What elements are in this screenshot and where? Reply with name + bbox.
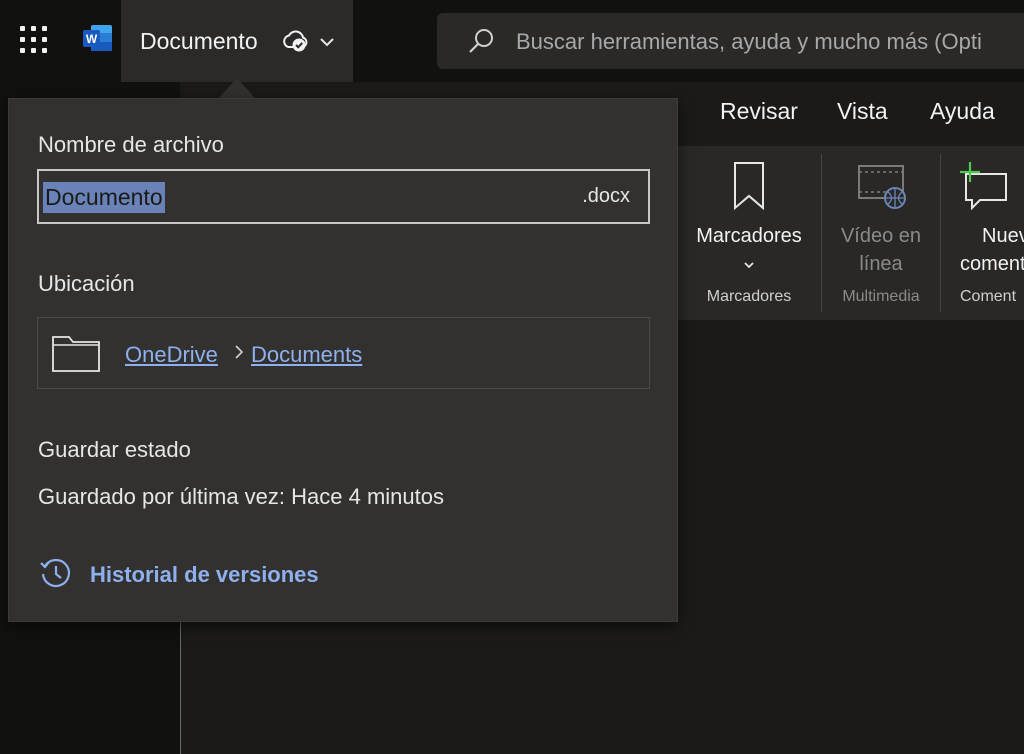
tab-vista[interactable]: Vista: [837, 98, 888, 125]
cloud-saved-icon: [281, 28, 309, 54]
ribbon-separator: [940, 154, 941, 312]
filename-extension: .docx: [582, 185, 630, 207]
search-icon: [467, 27, 495, 55]
location-documents-link[interactable]: Documents: [251, 342, 362, 368]
search-box[interactable]: Buscar herramientas, ayuda y mucho más (…: [437, 13, 1024, 69]
ribbon-panel: Marcadores Marcadores Vídeo en línea Mul…: [676, 146, 1024, 320]
online-video-icon: [824, 160, 938, 222]
title-bar: W Documento Buscar herramientas, ayuda y…: [0, 0, 1024, 82]
word-logo-icon[interactable]: W: [82, 22, 114, 54]
app-launcher-icon[interactable]: [20, 26, 48, 54]
online-video-label-2: línea: [859, 253, 903, 275]
group-media-label: Multimedia: [842, 288, 920, 305]
divider: [180, 620, 181, 754]
save-state-text: Guardado por última vez: Hace 4 minutos: [38, 484, 444, 509]
version-history-link[interactable]: Historial de versiones: [90, 562, 319, 588]
popup-pointer: [219, 78, 255, 98]
bookmarks-label: Marcadores: [696, 225, 802, 247]
ribbon-separator: [821, 154, 822, 312]
tab-ayuda[interactable]: Ayuda: [930, 98, 995, 125]
word-logo-letter: W: [86, 32, 98, 46]
location-picker[interactable]: OneDrive Documents: [37, 317, 650, 389]
filename-label: Nombre de archivo: [38, 132, 224, 157]
new-comment-label-1: Nuev: [982, 225, 1024, 247]
document-title-button[interactable]: Documento: [121, 0, 353, 82]
tab-revisar[interactable]: Revisar: [720, 98, 798, 125]
chevron-down-icon[interactable]: [319, 35, 335, 47]
new-comment-label-2: coment: [960, 253, 1024, 275]
document-title: Documento: [140, 28, 258, 54]
history-icon[interactable]: [39, 557, 73, 591]
new-comment-icon: [950, 160, 1024, 222]
group-bookmarks-label: Marcadores: [706, 288, 792, 305]
new-comment-button[interactable]: Nuev coment: [950, 160, 1024, 280]
location-onedrive-link[interactable]: OneDrive: [125, 342, 218, 368]
save-state-label: Guardar estado: [38, 437, 191, 462]
filename-input[interactable]: Documento .docx: [37, 169, 650, 224]
online-video-button[interactable]: Vídeo en línea: [824, 160, 938, 280]
bookmarks-button[interactable]: Marcadores: [686, 160, 812, 280]
folder-icon: [51, 333, 101, 373]
online-video-label-1: Vídeo en: [840, 225, 922, 247]
breadcrumb-chevron-icon: [233, 343, 245, 361]
group-comments-label: Coment: [960, 288, 1017, 305]
chevron-down-icon: [686, 250, 812, 278]
location-label: Ubicación: [38, 271, 135, 296]
filename-value: Documento: [43, 182, 165, 213]
bookmark-icon: [686, 160, 812, 222]
file-info-popup: Nombre de archivo Documento .docx Ubicac…: [8, 98, 678, 622]
search-placeholder: Buscar herramientas, ayuda y mucho más (…: [516, 29, 982, 54]
